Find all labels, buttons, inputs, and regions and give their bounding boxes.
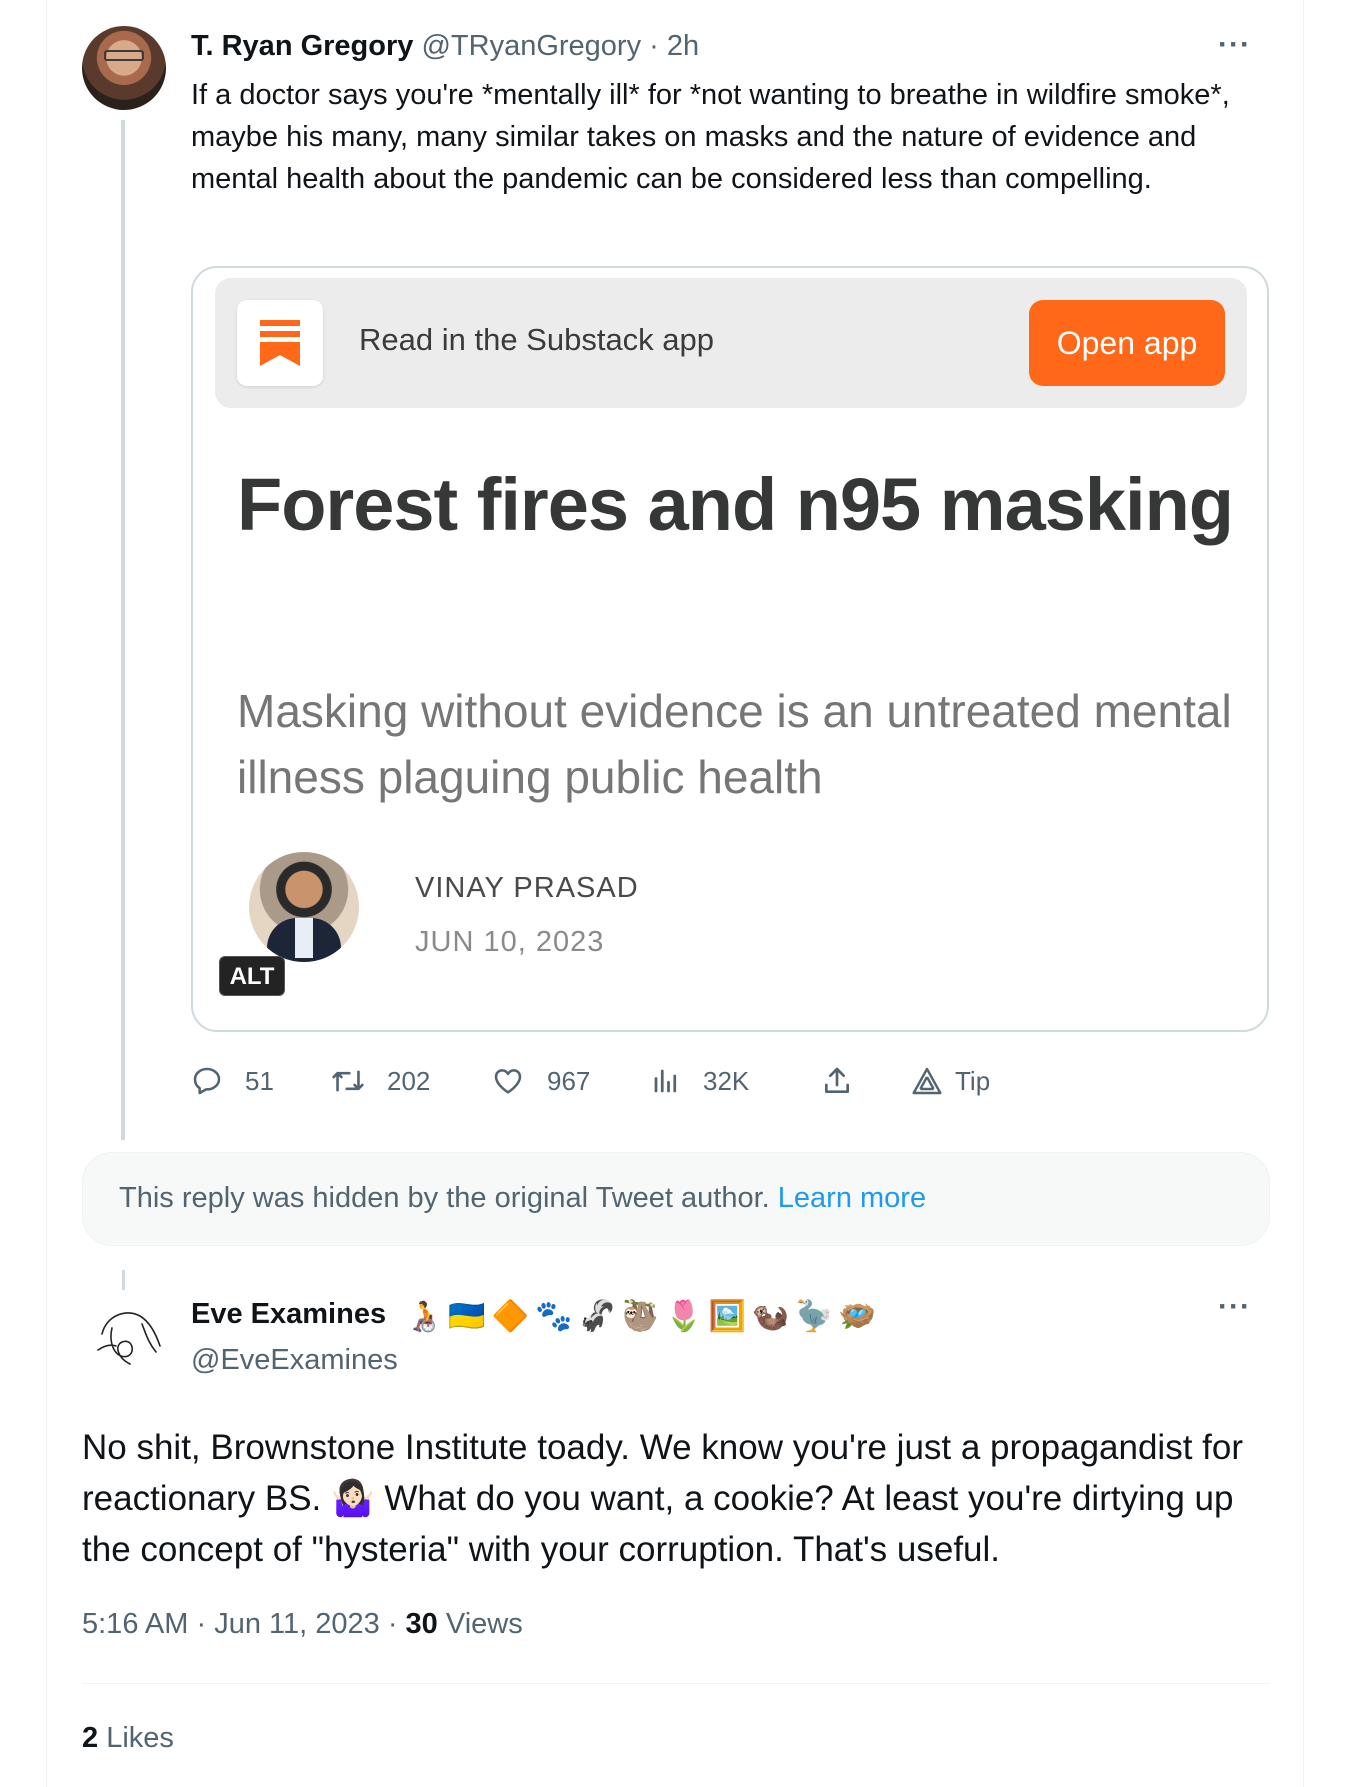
heart-icon — [494, 1069, 522, 1094]
tip-icon — [912, 1067, 942, 1095]
article-author-name: VINAY PRASAD — [415, 872, 639, 904]
avatar-shirt-detail — [295, 918, 313, 958]
open-app-button[interactable]: Open app — [1029, 300, 1225, 386]
link-preview-card[interactable]: Read in the Substack app Open app Forest… — [191, 266, 1269, 1032]
emoji-sloth: 🦥 — [621, 1300, 660, 1333]
article-date: JUN 10, 2023 — [415, 926, 605, 958]
author-name[interactable]: Eve Examines — [191, 1298, 386, 1331]
author-handle[interactable]: @EveExamines — [191, 1344, 398, 1377]
substack-app-banner: Read in the Substack app Open app — [215, 278, 1247, 408]
learn-more-link[interactable]: Learn more — [778, 1182, 926, 1214]
meta-separator: · — [387, 1608, 398, 1640]
retweet-count: 202 — [387, 1065, 431, 1096]
emoji-orange-diamond: 🔶 — [491, 1300, 530, 1333]
likes-count: 2 — [82, 1722, 99, 1754]
author-name[interactable]: T. Ryan Gregory — [191, 30, 413, 62]
alt-text-badge[interactable]: ALT — [219, 956, 285, 996]
like-count: 967 — [547, 1065, 591, 1096]
reply-count: 51 — [245, 1065, 274, 1096]
tip-button[interactable]: Tip — [911, 1056, 990, 1106]
meta-separator: · — [649, 30, 659, 62]
tweet-actions: 51 202 967 32K Tip — [191, 1056, 1091, 1106]
emoji-dodo: 🦤 — [795, 1300, 833, 1333]
views-count: 30 — [405, 1608, 438, 1640]
retweet-button[interactable]: 202 — [331, 1056, 430, 1106]
tweet-header: T. Ryan Gregory @TRyanGregory · 2h — [191, 30, 699, 63]
tip-label: Tip — [955, 1065, 991, 1096]
share-button[interactable] — [821, 1056, 875, 1106]
tweet-text: If a doctor says you're *mentally ill* f… — [191, 79, 1230, 195]
timestamp[interactable]: 2h — [667, 30, 699, 62]
shrug-emoji: 🤷🏻‍♀️ — [331, 1479, 375, 1518]
analytics-icon — [654, 1069, 677, 1093]
more-options-icon[interactable]: ··· — [1218, 1290, 1251, 1324]
article-author-avatar — [249, 852, 359, 962]
emoji-picture: 🖼️ — [708, 1300, 746, 1333]
thread-line — [121, 120, 125, 1140]
emoji-ukraine-flag: 🇺🇦 — [448, 1300, 486, 1333]
sketch-avatar-icon — [97, 1312, 161, 1365]
views-button[interactable]: 32K — [651, 1056, 749, 1106]
reply-button[interactable]: 51 — [191, 1056, 274, 1106]
emoji-tulip: 🌷 — [665, 1300, 703, 1333]
substack-logo-icon — [237, 300, 323, 386]
name-emoji-row: 🧑‍🦽 🇺🇦 🔶 🐾 🦨 🦥 🌷 🖼️ 🦦 🦤 🪺 — [405, 1296, 882, 1338]
views-count: 32K — [703, 1065, 750, 1096]
thread-connector — [122, 1270, 125, 1290]
likes-label: Likes — [106, 1722, 174, 1754]
tweet-date[interactable]: Jun 11, 2023 — [214, 1608, 380, 1640]
hidden-reply-text: This reply was hidden by the original Tw… — [119, 1182, 926, 1215]
more-options-icon[interactable]: ··· — [1218, 28, 1251, 62]
article-subtitle: Masking without evidence is an untreated… — [237, 685, 1232, 803]
tweet-timestamp-row: 5:16 AM · Jun 11, 2023 · 30 Views — [82, 1608, 523, 1641]
hidden-reply-notice: This reply was hidden by the original Tw… — [82, 1152, 1270, 1246]
hidden-reply-message: This reply was hidden by the original Tw… — [119, 1182, 770, 1214]
likes-summary[interactable]: 2 Likes — [82, 1722, 174, 1755]
article-title: Forest fires and n95 masking — [237, 463, 1234, 546]
tweet-text: No shit, Brownstone Institute toady. We … — [82, 1422, 1282, 1575]
meta-separator: · — [196, 1608, 207, 1640]
emoji-paw-prints: 🐾 — [535, 1300, 573, 1333]
divider — [82, 1683, 1270, 1684]
avatar[interactable] — [82, 1294, 166, 1378]
author-handle[interactable]: @TRyanGregory — [421, 30, 641, 62]
avatar[interactable] — [82, 26, 166, 110]
emoji-skunk: 🦨 — [578, 1300, 616, 1333]
reply-icon — [193, 1067, 221, 1095]
retweet-icon — [332, 1070, 364, 1092]
views-label: Views — [445, 1608, 523, 1640]
tweet-time[interactable]: 5:16 AM — [82, 1608, 188, 1640]
emoji-nest: 🪺 — [838, 1300, 876, 1333]
emoji-wheelchair: 🧑‍🦽 — [405, 1300, 443, 1333]
timeline-column: T. Ryan Gregory @TRyanGregory · 2h ··· I… — [46, 0, 1304, 1787]
like-button[interactable]: 967 — [491, 1056, 590, 1106]
avatar-glasses-detail — [104, 50, 144, 61]
emoji-otter: 🦦 — [751, 1300, 790, 1333]
banner-text: Read in the Substack app — [359, 322, 715, 357]
share-icon — [825, 1067, 849, 1093]
